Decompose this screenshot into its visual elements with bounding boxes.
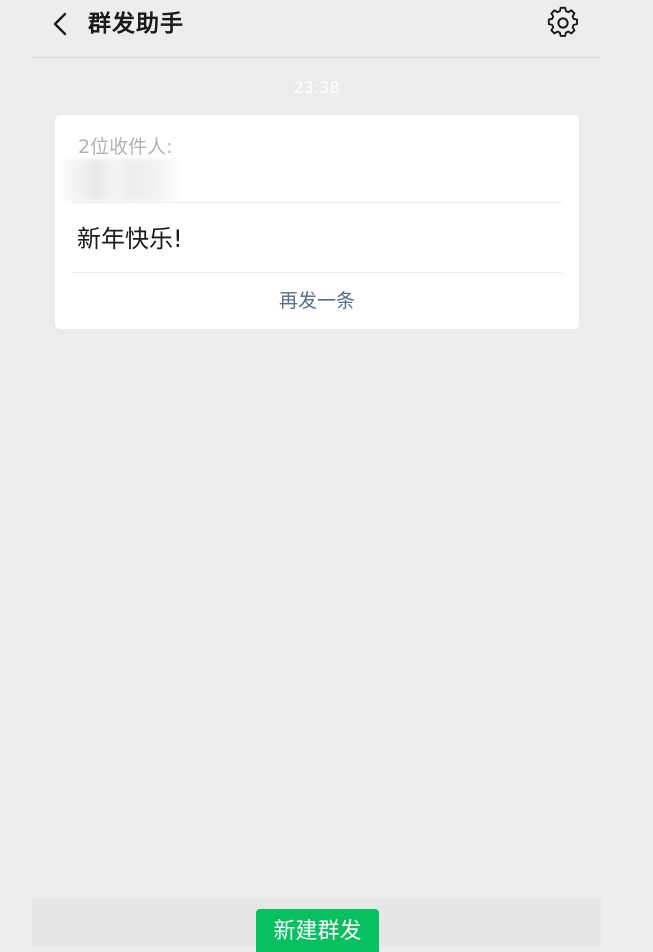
new-broadcast-button[interactable]: 新建群发 — [256, 909, 379, 952]
header-divider — [32, 57, 601, 58]
back-button[interactable] — [46, 8, 76, 40]
top-bar: 群发助手 — [0, 0, 653, 57]
resend-button[interactable]: 再发一条 — [55, 273, 579, 329]
message-timestamp: 23:38 — [293, 78, 340, 97]
settings-button[interactable] — [546, 6, 580, 40]
app-window: 群发助手 23:38 2位收件人: 新年快乐! 再发一条 新建群发 — [0, 0, 653, 952]
page-title: 群发助手 — [88, 11, 184, 37]
chevron-left-icon — [53, 12, 67, 36]
broadcast-card: 2位收件人: 新年快乐! 再发一条 — [55, 115, 579, 329]
recipient-names-redacted — [61, 159, 181, 201]
recipients-label: 2位收件人: — [78, 136, 173, 158]
card-divider — [72, 202, 562, 203]
broadcast-message: 新年快乐! — [77, 225, 183, 253]
gear-icon — [547, 6, 578, 37]
